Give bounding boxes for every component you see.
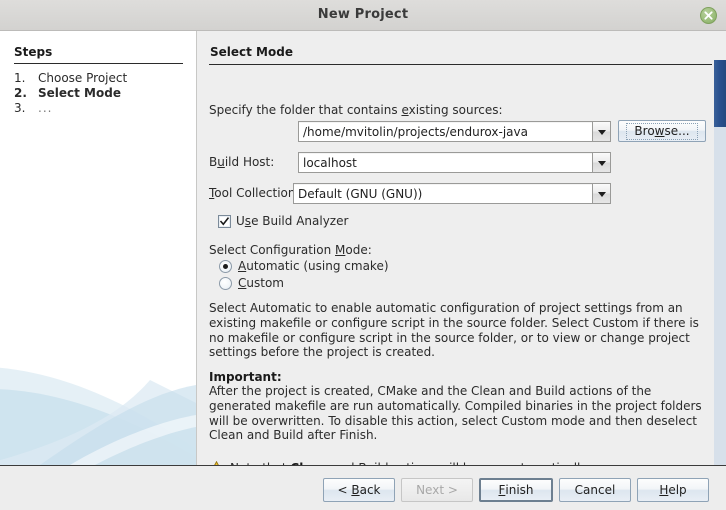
checkbox-box [218, 214, 231, 228]
help-button[interactable]: Help [637, 478, 709, 502]
source-folder-dropdown-arrow[interactable] [592, 121, 611, 142]
finish-button-label: inish [505, 483, 534, 497]
step-label: Select Mode [38, 86, 121, 100]
back-button[interactable]: < Back [323, 478, 395, 502]
vertical-scrollbar[interactable] [713, 31, 726, 465]
step-item-3: 3. ... [14, 101, 189, 116]
step-label: ... [38, 101, 53, 115]
page-title-divider [209, 64, 712, 65]
tool-collection-label: Tool Collection: [209, 186, 300, 200]
step-number: 2. [14, 86, 27, 100]
important-heading-text: Important: [209, 370, 282, 384]
cancel-button[interactable]: Cancel [559, 478, 631, 502]
close-button[interactable] [700, 7, 717, 24]
back-button-label: < Back [337, 483, 381, 497]
step-item-1: 1. Choose Project [14, 71, 189, 86]
step-item-2: 2. Select Mode [14, 86, 189, 101]
steps-list: 1. Choose Project 2. Select Mode 3. ... [14, 71, 189, 116]
radio-button-custom-indicator [219, 276, 232, 290]
step-number: 3. [14, 101, 26, 115]
steps-sidebar: Steps 1. Choose Project 2. Select Mode 3… [0, 31, 197, 465]
window-title-bar: New Project [0, 0, 726, 31]
step-label: Choose Project [38, 71, 128, 85]
tool-collection-input[interactable]: Default (GNU (GNU)) [293, 183, 593, 204]
important-body-text: After the project is created, CMake and … [209, 384, 702, 443]
dialog-footer: < Back Next > Finish Cancel Help [0, 466, 726, 510]
steps-heading-divider [14, 63, 183, 64]
finish-button-mnemonic: F [498, 483, 506, 497]
decorative-swoosh-graphic [0, 345, 196, 465]
radio-automatic-label: Automatic (using cmake) [238, 259, 389, 273]
radio-custom-label: Custom [238, 276, 284, 290]
radio-button-automatic-indicator [219, 259, 232, 273]
help-button-mnemonic: H [659, 483, 669, 497]
next-button[interactable]: Next > [401, 478, 473, 502]
browse-button-label: Browse... [626, 122, 698, 140]
browse-button[interactable]: Browse... [618, 120, 706, 142]
close-icon [704, 11, 713, 20]
build-host-label: Build Host: [209, 155, 275, 169]
help-button-label: elp [668, 483, 687, 497]
select-mode-panel: Select Mode Specify the folder that cont… [197, 31, 726, 465]
configuration-mode-label: Select Configuration Mode: [209, 243, 372, 257]
checkmark-icon [220, 216, 229, 225]
tool-collection-dropdown-arrow[interactable] [592, 183, 611, 204]
step-number: 1. [14, 71, 26, 85]
build-host-input[interactable]: localhost [298, 152, 593, 173]
use-build-analyzer-label: Use Build Analyzer [236, 214, 349, 228]
important-heading: Important: [209, 370, 703, 385]
existing-sources-label: Specify the folder that contains existin… [209, 103, 503, 117]
mode-description-text: Select Automatic to enable automatic con… [209, 301, 699, 360]
radio-custom[interactable]: Custom [219, 276, 284, 290]
scrollbar-thumb[interactable] [714, 60, 726, 127]
source-folder-input[interactable]: /home/mvitolin/projects/endurox-java [298, 121, 593, 142]
use-build-analyzer-checkbox[interactable]: Use Build Analyzer [218, 214, 348, 228]
window-title: New Project [317, 7, 409, 22]
finish-button[interactable]: Finish [479, 478, 553, 502]
steps-heading: Steps [14, 45, 53, 59]
radio-automatic[interactable]: Automatic (using cmake) [219, 259, 389, 273]
build-host-dropdown-arrow[interactable] [592, 152, 611, 173]
page-title: Select Mode [210, 45, 293, 59]
